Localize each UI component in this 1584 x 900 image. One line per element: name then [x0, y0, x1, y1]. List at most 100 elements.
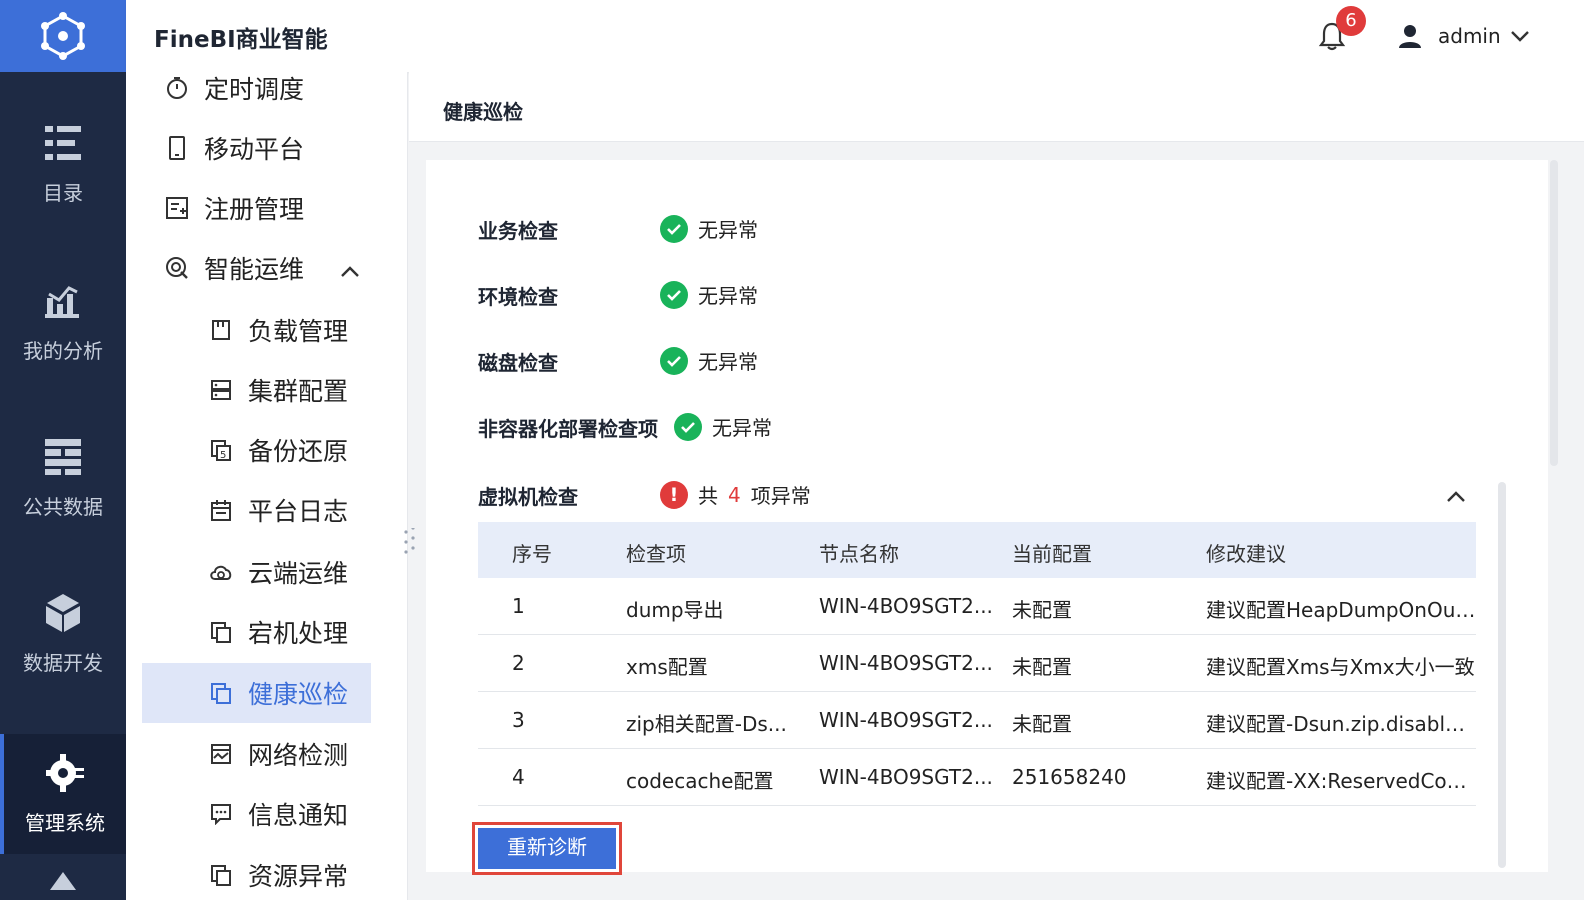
- username[interactable]: admin: [1438, 24, 1501, 48]
- public-data-icon: [43, 437, 83, 477]
- status-error: ! 共 4 项异常: [660, 480, 811, 509]
- cell-config: 未配置: [1012, 712, 1072, 736]
- check-row-vm[interactable]: 虚拟机检查: [478, 480, 578, 510]
- check-label: 环境检查: [478, 284, 558, 309]
- table-scrollbar[interactable]: [1498, 482, 1506, 868]
- nav-item-label: 备份还原: [248, 437, 349, 466]
- timer-icon: [164, 75, 190, 101]
- health-check-panel: 业务检查 无异常 环境检查 无异常 磁盘检查 无异常 非容器化部署检查项 无异常…: [426, 160, 1548, 872]
- status-ok: 无异常: [660, 214, 758, 243]
- check-circle-icon: [660, 280, 688, 309]
- resize-handle-icon[interactable]: [402, 528, 416, 556]
- cell-config: 未配置: [1012, 655, 1072, 679]
- rail-item-data-dev[interactable]: 数据开发: [0, 574, 126, 694]
- nav-item-label: 负载管理: [248, 317, 349, 346]
- rail-item-public-data[interactable]: 公共数据: [0, 418, 126, 538]
- cell-suggestion: 建议配置-XX:ReservedCod...: [1206, 769, 1476, 793]
- nav-item-downtime[interactable]: 宕机处理: [208, 602, 407, 662]
- column-header: 检查项: [626, 542, 686, 566]
- rail-more-item[interactable]: [0, 870, 126, 900]
- chevron-down-icon[interactable]: [1508, 24, 1532, 48]
- status-text: 无异常: [698, 218, 758, 242]
- cell-index: 3: [512, 708, 525, 732]
- logo-icon: [41, 12, 85, 60]
- column-header: 节点名称: [819, 542, 899, 566]
- message-icon: [208, 801, 234, 827]
- secondary-nav: 定时调度 移动平台 注册管理 智能运维 负载管理 集群配置 5 备份还原 平台日…: [126, 72, 408, 900]
- main-rail: 目录 我的分析 公共数据 数据开发 管理系统: [0, 0, 126, 900]
- vm-check-table: 序号 检查项 节点名称 当前配置 修改建议 1 dump导出 WIN-4BO9S…: [478, 522, 1476, 806]
- load-icon: [208, 317, 234, 343]
- page-title: 健康巡检: [443, 100, 523, 124]
- rail-item-label: 管理系统: [25, 810, 105, 835]
- check-label: 业务检查: [478, 218, 558, 243]
- chevron-up-icon[interactable]: [1444, 485, 1468, 509]
- nav-item-mobile[interactable]: 移动平台: [164, 118, 394, 178]
- nav-item-cluster-config[interactable]: 集群配置: [208, 360, 407, 420]
- nav-item-register[interactable]: 注册管理: [164, 178, 394, 238]
- cell-item: zip相关配置-Ds...: [626, 712, 787, 736]
- notification-badge: 6: [1336, 6, 1366, 36]
- cluster-icon: [208, 377, 234, 403]
- nav-item-notification[interactable]: 信息通知: [208, 784, 407, 844]
- nav-item-load-manage[interactable]: 负载管理: [208, 300, 407, 360]
- check-row-non-container: 非容器化部署检查项: [478, 412, 658, 442]
- alert-circle-icon: !: [660, 480, 688, 509]
- table-row: 2 xms配置 WIN-4BO9SGT2... 未配置 建议配置Xms与Xmx大…: [478, 635, 1476, 692]
- nav-item-backup-restore[interactable]: 5 备份还原: [208, 420, 407, 480]
- nav-item-network-check[interactable]: 网络检测: [208, 724, 407, 784]
- nav-item-cloud-ops[interactable]: 云端运维: [208, 542, 407, 602]
- nav-item-label: 集群配置: [248, 377, 349, 406]
- svg-text:5: 5: [220, 450, 226, 461]
- nav-item-label: 云端运维: [248, 559, 349, 588]
- cell-node: WIN-4BO9SGT2...: [819, 594, 993, 618]
- register-icon: [164, 195, 190, 221]
- check-row-business: 业务检查: [478, 214, 558, 244]
- copy-icon: [208, 680, 234, 706]
- status-text: 无异常: [698, 284, 758, 308]
- panel-scrollbar[interactable]: [1550, 160, 1558, 466]
- cell-node: WIN-4BO9SGT2...: [819, 708, 993, 732]
- nav-item-schedule[interactable]: 定时调度: [164, 72, 394, 118]
- cell-item: xms配置: [626, 655, 708, 679]
- nav-item-platform-log[interactable]: 平台日志: [208, 480, 407, 540]
- more-app-icon: [50, 872, 76, 890]
- chevron-up-icon[interactable]: [338, 260, 362, 284]
- copy-icon: [208, 619, 234, 645]
- top-header: FineBI商业智能 6 admin: [126, 0, 1584, 72]
- nav-item-health-check[interactable]: 健康巡检: [142, 663, 371, 723]
- column-header: 当前配置: [1012, 542, 1092, 566]
- cell-item: codecache配置: [626, 769, 774, 793]
- status-ok: 无异常: [660, 280, 758, 309]
- check-circle-icon: [660, 214, 688, 243]
- cell-node: WIN-4BO9SGT2...: [819, 651, 993, 675]
- backup-icon: 5: [208, 437, 234, 463]
- network-icon: [208, 741, 234, 767]
- rail-item-my-analysis[interactable]: 我的分析: [0, 262, 126, 382]
- ops-icon: [164, 255, 190, 281]
- status-text: 无异常: [698, 350, 758, 374]
- column-header: 序号: [512, 542, 552, 566]
- page-title-bar: 健康巡检: [409, 72, 1584, 142]
- catalog-icon: [43, 123, 83, 163]
- rail-item-catalog[interactable]: 目录: [0, 104, 126, 224]
- cell-item: dump导出: [626, 598, 724, 622]
- status-ok: 无异常: [674, 412, 772, 441]
- rail-item-system-manage[interactable]: 管理系统: [0, 734, 126, 854]
- check-circle-icon: [660, 346, 688, 375]
- system-manage-icon: [45, 753, 85, 793]
- table-header: 序号 检查项 节点名称 当前配置 修改建议: [478, 522, 1476, 578]
- nav-item-resource-exception[interactable]: 资源异常: [208, 845, 407, 900]
- rediagnose-button[interactable]: 重新诊断: [478, 828, 616, 869]
- table-row: 1 dump导出 WIN-4BO9SGT2... 未配置 建议配置HeapDum…: [478, 578, 1476, 635]
- status-suffix: 项异常: [750, 484, 811, 508]
- nav-item-label: 平台日志: [248, 497, 349, 526]
- cell-node: WIN-4BO9SGT2...: [819, 765, 993, 789]
- status-prefix: 共: [698, 484, 718, 508]
- user-icon[interactable]: [1398, 24, 1422, 48]
- calendar-icon: [208, 497, 234, 523]
- logo[interactable]: [0, 0, 126, 72]
- rail-item-label: 我的分析: [23, 338, 103, 363]
- error-count: 4: [728, 482, 741, 507]
- status-ok: 无异常: [660, 346, 758, 375]
